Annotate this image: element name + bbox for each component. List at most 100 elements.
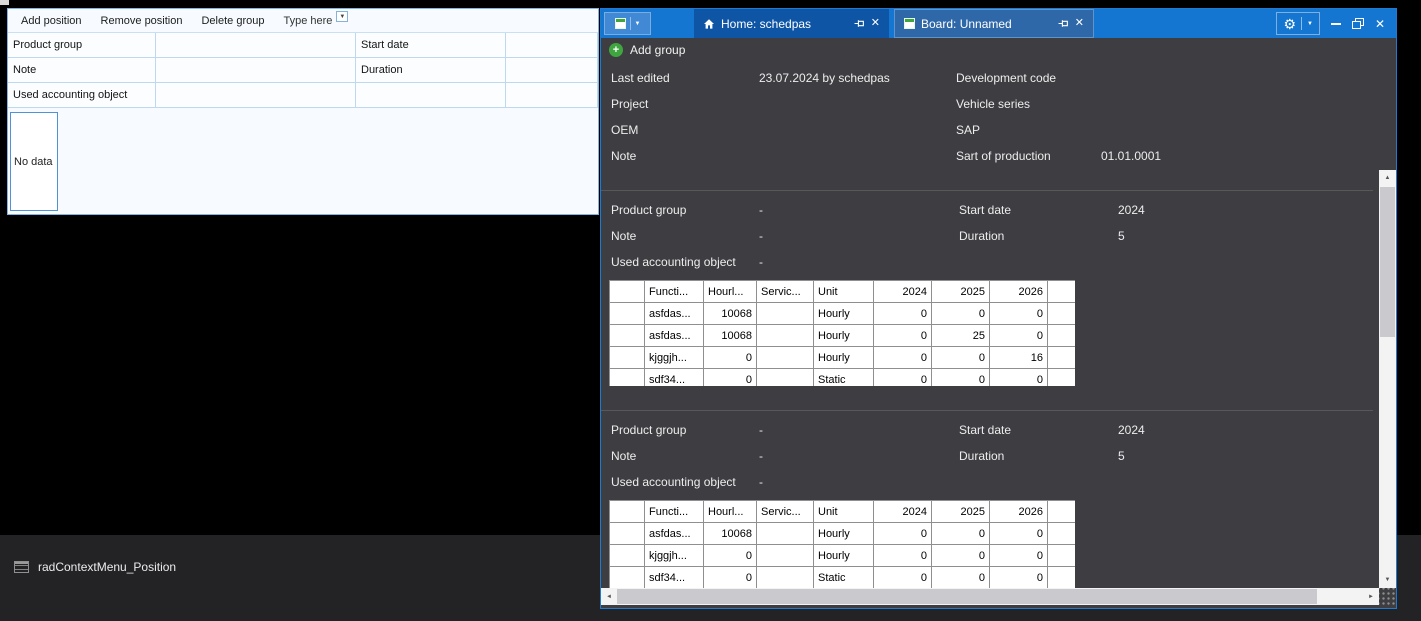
add-position-button[interactable]: Add position — [21, 15, 82, 27]
field-value-cell[interactable] — [506, 83, 598, 108]
table-cell[interactable] — [757, 303, 814, 325]
field-value[interactable]: - — [759, 449, 959, 463]
table-cell[interactable]: kjggjh... — [645, 545, 704, 567]
field-value-cell[interactable] — [356, 83, 506, 108]
table-cell[interactable]: Hourly — [814, 545, 874, 567]
window-titlebar[interactable]: ▼ Home: schedpas ✕ Board: Unnamed ✕ ⚙ ▼ — [601, 9, 1396, 38]
scroll-left-icon[interactable]: ◄ — [601, 588, 617, 605]
column-header[interactable]: 2024 — [874, 501, 932, 523]
table-cell[interactable]: Hourly — [814, 303, 874, 325]
table-cell[interactable]: 0 — [932, 369, 990, 387]
table-cell[interactable]: Static — [814, 567, 874, 589]
pin-icon[interactable] — [854, 18, 865, 29]
remove-position-button[interactable]: Remove position — [101, 15, 183, 27]
field-value[interactable]: 5 — [1118, 449, 1373, 463]
column-header[interactable]: Servic... — [757, 281, 814, 303]
table-cell[interactable]: 0 — [990, 325, 1048, 347]
field-value[interactable]: 01.01.0001 — [1101, 149, 1381, 163]
table-row[interactable]: kjggjh...0Hourly001600 — [610, 347, 1076, 369]
maximize-button[interactable] — [1347, 12, 1369, 35]
close-icon[interactable]: ✕ — [1075, 18, 1084, 29]
table-cell[interactable]: 25 — [932, 325, 990, 347]
table-cell[interactable]: 0 — [874, 523, 932, 545]
table-cell[interactable] — [757, 545, 814, 567]
table-cell[interactable]: 0 — [932, 347, 990, 369]
field-value[interactable]: - — [759, 229, 959, 243]
table-cell[interactable]: 0 — [990, 523, 1048, 545]
horizontal-scrollbar-thumb[interactable] — [617, 589, 1317, 604]
table-cell[interactable]: 0 — [932, 303, 990, 325]
vertical-scrollbar[interactable]: ▲ ▼ — [1379, 170, 1396, 588]
table-cell[interactable]: 0 — [932, 545, 990, 567]
close-icon[interactable]: ✕ — [871, 18, 880, 29]
table-cell[interactable] — [610, 325, 645, 347]
column-header[interactable]: Functi... — [645, 501, 704, 523]
table-cell[interactable]: Static — [814, 369, 874, 387]
column-header[interactable] — [610, 501, 645, 523]
table-cell[interactable]: 10068 — [704, 523, 757, 545]
table-cell[interactable]: 0 — [932, 523, 990, 545]
column-header[interactable]: Unit — [814, 281, 874, 303]
table-cell[interactable]: 0 — [874, 347, 932, 369]
table-cell[interactable]: 0 — [874, 325, 932, 347]
table-cell[interactable]: 0 — [932, 567, 990, 589]
table-cell[interactable]: asfdas... — [645, 303, 704, 325]
scroll-right-icon[interactable]: ► — [1363, 588, 1379, 605]
table-row[interactable]: kjggjh...0Hourly00000 — [610, 545, 1076, 567]
column-header[interactable]: 2026 — [990, 281, 1048, 303]
table-cell[interactable] — [610, 523, 645, 545]
table-cell[interactable]: 0 — [990, 369, 1048, 387]
delete-group-button[interactable]: Delete group — [201, 15, 264, 27]
column-header[interactable]: Unit — [814, 501, 874, 523]
table-row[interactable]: asfdas...10068Hourly025000 — [610, 325, 1076, 347]
field-value[interactable]: 2024 — [1118, 423, 1373, 437]
table-cell[interactable]: Hourly — [814, 325, 874, 347]
table-cell[interactable]: 10068 — [704, 325, 757, 347]
table-cell[interactable] — [610, 545, 645, 567]
table-cell[interactable] — [610, 567, 645, 589]
column-header[interactable]: 2025 — [932, 281, 990, 303]
table-cell[interactable]: 0 — [874, 369, 932, 387]
table-cell[interactable]: Hourly — [814, 347, 874, 369]
table-cell[interactable]: 0 — [704, 545, 757, 567]
field-value[interactable]: 5 — [1118, 229, 1373, 243]
table-cell[interactable] — [757, 347, 814, 369]
table-cell[interactable] — [610, 347, 645, 369]
column-header[interactable]: 2027 — [1048, 281, 1076, 303]
table-cell[interactable] — [757, 567, 814, 589]
type-here-dropdown[interactable]: ▼ — [336, 11, 348, 22]
pin-icon[interactable] — [1058, 18, 1069, 29]
table-cell[interactable]: 0 — [1048, 369, 1076, 387]
table-cell[interactable] — [757, 523, 814, 545]
column-header[interactable]: 2025 — [932, 501, 990, 523]
column-header[interactable] — [610, 281, 645, 303]
field-value[interactable]: - — [759, 203, 959, 217]
table-cell[interactable]: asfdas... — [645, 325, 704, 347]
table-cell[interactable]: sdf34... — [645, 567, 704, 589]
vertical-scrollbar-thumb[interactable] — [1380, 187, 1395, 337]
column-header[interactable]: 2027 — [1048, 501, 1076, 523]
table-cell[interactable] — [757, 369, 814, 387]
field-value[interactable]: 2024 — [1118, 203, 1373, 217]
column-header[interactable]: Hourl... — [704, 281, 757, 303]
table-cell[interactable]: 16 — [990, 347, 1048, 369]
field-value-cell[interactable] — [156, 58, 356, 83]
table-cell[interactable] — [610, 303, 645, 325]
field-value-cell[interactable] — [506, 33, 598, 58]
settings-button[interactable]: ⚙ ▼ — [1276, 12, 1320, 35]
column-header[interactable]: 2024 — [874, 281, 932, 303]
table-cell[interactable]: 0 — [990, 567, 1048, 589]
table-cell[interactable]: 0 — [1048, 545, 1076, 567]
type-here-input[interactable]: Type here — [283, 15, 332, 27]
table-cell[interactable]: 0 — [874, 545, 932, 567]
table-cell[interactable] — [757, 325, 814, 347]
table-cell[interactable] — [610, 369, 645, 387]
table-row[interactable]: asfdas...10068Hourly00000 — [610, 523, 1076, 545]
table-cell[interactable]: 0 — [874, 303, 932, 325]
table-cell[interactable]: 0 — [1048, 347, 1076, 369]
field-value-cell[interactable] — [156, 83, 356, 108]
table-cell[interactable]: 0 — [704, 347, 757, 369]
table-cell[interactable]: 10068 — [704, 303, 757, 325]
field-value[interactable]: - — [759, 475, 959, 489]
resize-grip[interactable] — [1379, 588, 1396, 605]
